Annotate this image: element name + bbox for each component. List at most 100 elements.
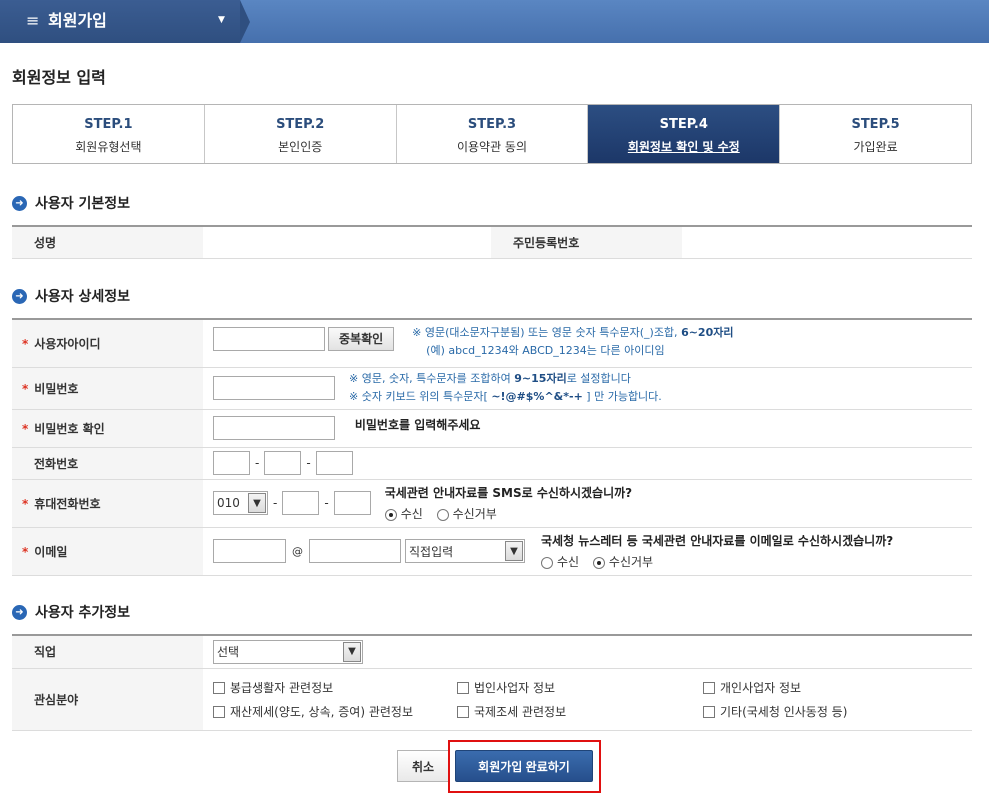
label-text: 이메일 bbox=[34, 544, 68, 559]
interest-option[interactable]: 개인사업자 정보 bbox=[703, 679, 972, 696]
checkbox-label: 재산제세(양도, 상속, 증여) 관련정보 bbox=[230, 704, 413, 719]
interest-label: 관심분야 bbox=[12, 668, 203, 731]
extra-info-table: 직업 선택 ▼ 관심분야 봉급생활자 관련정보 법인사업자 정보 개인사업자 정보… bbox=[12, 634, 972, 731]
select-value: 직접입력 bbox=[409, 544, 454, 559]
hamburger-icon: ≡ bbox=[26, 11, 40, 30]
mobile-last-input[interactable] bbox=[333, 491, 371, 515]
mobile-prefix-select[interactable]: 010 ▼ bbox=[213, 491, 268, 515]
sms-question: 국세관련 안내자료를 SMS로 수신하시겠습니까? bbox=[384, 486, 633, 500]
step-indicator: STEP.1 회원유형선택 STEP.2 본인인증 STEP.3 이용약관 동의… bbox=[12, 104, 972, 164]
userid-input[interactable] bbox=[213, 326, 325, 351]
at-sign: @ bbox=[292, 544, 303, 558]
checkbox[interactable] bbox=[703, 682, 715, 694]
hint-emphasis: 9~15자리 bbox=[514, 372, 567, 385]
password-input[interactable] bbox=[213, 376, 335, 400]
step-4-current: STEP.4 회원정보 확인 및 수정 bbox=[588, 105, 781, 163]
password-confirm-input[interactable] bbox=[213, 416, 335, 440]
sms-no-radio[interactable] bbox=[436, 508, 449, 521]
email-domain-select[interactable]: 직접입력 ▼ bbox=[405, 539, 525, 563]
hint-text: ] 만 가능합니다. bbox=[582, 390, 662, 403]
hint-emphasis: 6~20자리 bbox=[681, 325, 734, 339]
detail-info-table: * 사용자아이디 중복확인 ※ 영문(대소문자구분됨) 또는 영문 숫자 특수문자… bbox=[12, 318, 972, 576]
phone-cell: -- bbox=[203, 447, 972, 480]
section-heading-text: 사용자 기본정보 bbox=[35, 196, 131, 212]
password-confirm-message: 비밀번호를 입력해주세요 bbox=[354, 418, 481, 432]
email-local-input[interactable] bbox=[213, 539, 286, 563]
section-menu-button[interactable]: ≡ 회원가입 ▼ bbox=[0, 0, 250, 43]
sms-yes-radio[interactable] bbox=[384, 508, 397, 521]
label-text: 휴대전화번호 bbox=[34, 496, 101, 511]
job-select[interactable]: 선택 ▼ bbox=[213, 639, 363, 664]
page-title: 회원정보 입력 bbox=[12, 68, 106, 87]
arrow-right-circle-icon: ➜ bbox=[12, 604, 27, 620]
mobile-middle-input[interactable] bbox=[282, 491, 320, 515]
step-2: STEP.2 본인인증 bbox=[204, 105, 397, 163]
separator: - bbox=[324, 496, 329, 510]
separator: - bbox=[255, 455, 260, 470]
email-consent: 국세청 뉴스레터 등 국세관련 안내자료를 이메일로 수신하시겠습니까? 수신 … bbox=[541, 532, 893, 570]
password-confirm-label: * 비밀번호 확인 bbox=[12, 409, 203, 448]
hint-text: ※ 영문(대소문자구분됨) 또는 영문 숫자 특수문자(_)조합, bbox=[412, 325, 682, 339]
email-domain-input[interactable] bbox=[309, 539, 401, 563]
phone-middle-input[interactable] bbox=[264, 451, 302, 475]
complete-signup-button[interactable]: 회원가입 완료하기 bbox=[455, 750, 593, 782]
label-text: 비밀번호 bbox=[34, 381, 79, 396]
required-mark: * bbox=[22, 544, 29, 559]
checkbox[interactable] bbox=[213, 706, 225, 718]
email-no-radio[interactable] bbox=[592, 556, 605, 569]
step-label: 이용약관 동의 bbox=[456, 140, 528, 154]
email-question: 국세청 뉴스레터 등 국세관련 안내자료를 이메일로 수신하시겠습니까? bbox=[541, 534, 894, 548]
hint-text: 로 설정합니다 bbox=[566, 372, 631, 385]
cancel-button[interactable]: 취소 bbox=[397, 750, 449, 782]
label-text: 비밀번호 확인 bbox=[34, 421, 105, 436]
duplicate-check-button[interactable]: 중복확인 bbox=[328, 326, 395, 351]
step-label: 회원유형선택 bbox=[75, 140, 142, 154]
userid-cell: 중복확인 ※ 영문(대소문자구분됨) 또는 영문 숫자 특수문자(_)조합, 6… bbox=[203, 318, 972, 368]
password-hint: ※ 영문, 숫자, 특수문자를 조합하여 9~15자리로 설정합니다 ※ 숫자 … bbox=[349, 370, 662, 406]
radio-label: 수신 bbox=[557, 555, 580, 569]
checkbox-label: 개인사업자 정보 bbox=[720, 680, 802, 695]
step-number: STEP.1 bbox=[84, 117, 133, 132]
password-label: * 비밀번호 bbox=[12, 367, 203, 410]
email-cell: @ 직접입력 ▼ 국세청 뉴스레터 등 국세관련 안내자료를 이메일로 수신하시겠… bbox=[203, 527, 972, 576]
hint-text: (예) abcd_1234와 ABCD_1234는 다른 아이디임 bbox=[426, 343, 665, 357]
phone-area-input[interactable] bbox=[213, 451, 250, 475]
rrn-value bbox=[682, 225, 972, 259]
phone-label: 전화번호 bbox=[12, 447, 203, 480]
interest-option[interactable]: 국제조세 관련정보 bbox=[457, 703, 703, 720]
label-text: 사용자아이디 bbox=[34, 336, 101, 351]
step-5: STEP.5 가입완료 bbox=[780, 105, 971, 163]
arrow-right-circle-icon: ➜ bbox=[12, 195, 27, 211]
checkbox[interactable] bbox=[457, 682, 469, 694]
interest-option[interactable]: 법인사업자 정보 bbox=[457, 679, 703, 696]
radio-label: 수신거부 bbox=[608, 555, 654, 569]
step-number: STEP.2 bbox=[276, 117, 325, 132]
step-label: 본인인증 bbox=[278, 140, 323, 154]
basic-info-table: 성명 주민등록번호 bbox=[12, 225, 972, 259]
checkbox[interactable] bbox=[213, 682, 225, 694]
section-heading-text: 사용자 추가정보 bbox=[35, 605, 131, 621]
name-value bbox=[203, 225, 491, 259]
interest-option[interactable]: 기타(국세청 인사동정 등) bbox=[703, 703, 972, 720]
interest-option[interactable]: 재산제세(양도, 상속, 증여) 관련정보 bbox=[213, 703, 457, 720]
mobile-cell: 010 ▼ - - 국세관련 안내자료를 SMS로 수신하시겠습니까? 수신 수신… bbox=[203, 479, 972, 528]
interest-option[interactable]: 봉급생활자 관련정보 bbox=[213, 679, 457, 696]
radio-label: 수신거부 bbox=[452, 507, 497, 521]
email-yes-radio[interactable] bbox=[541, 556, 553, 569]
step-number: STEP.4 bbox=[659, 117, 708, 132]
sms-consent: 국세관련 안내자료를 SMS로 수신하시겠습니까? 수신 수신거부 bbox=[384, 484, 633, 522]
checkbox[interactable] bbox=[703, 706, 715, 718]
chevron-down-icon: ▼ bbox=[248, 493, 266, 513]
step-number: STEP.3 bbox=[467, 117, 517, 132]
chevron-down-icon: ▼ bbox=[343, 641, 361, 662]
hint-text: ※ 숫자 키보드 위의 특수문자[ bbox=[349, 390, 492, 403]
checkbox[interactable] bbox=[457, 706, 469, 718]
section-heading-text: 사용자 상세정보 bbox=[35, 289, 131, 305]
hint-emphasis: ~!@#$%^&*-+ bbox=[491, 390, 583, 403]
rrn-label: 주민등록번호 bbox=[491, 225, 682, 259]
checkbox-label: 봉급생활자 관련정보 bbox=[230, 680, 334, 695]
interest-cell: 봉급생활자 관련정보 법인사업자 정보 개인사업자 정보 재산제세(양도, 상속… bbox=[203, 668, 972, 731]
email-label: * 이메일 bbox=[12, 527, 203, 576]
phone-last-input[interactable] bbox=[315, 451, 353, 475]
checkbox-label: 국제조세 관련정보 bbox=[474, 704, 567, 719]
